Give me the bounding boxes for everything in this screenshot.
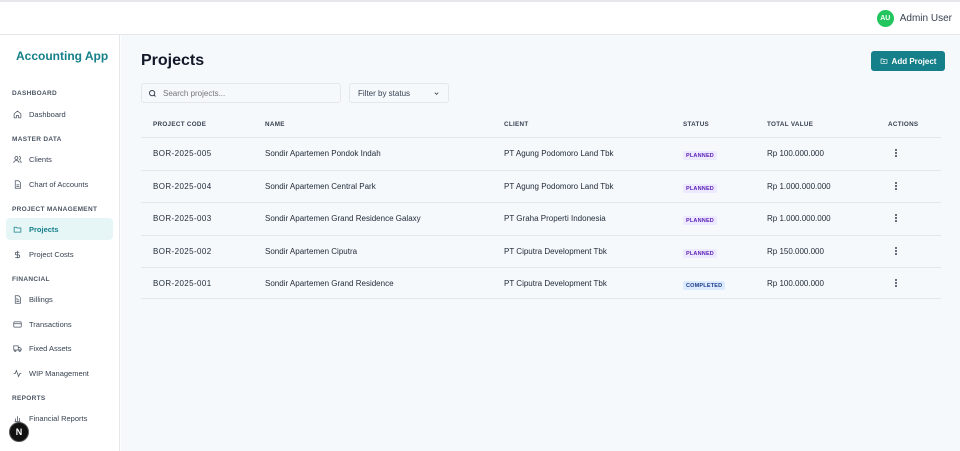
column-header-value: TOTAL VALUE [767,121,814,128]
status-badge: COMPLETED [683,281,726,290]
total-value: Rp 100.000.000 [767,279,824,288]
user-menu[interactable]: AU Admin User [876,10,952,27]
sidebar-item-projects[interactable]: Projects [6,218,113,240]
row-actions-icon[interactable] [893,278,899,288]
table-row[interactable]: BOR-2025-004 Sondir Apartemen Central Pa… [141,170,941,202]
folder-plus-icon [880,57,888,65]
project-client: PT Agung Podomoro Land Tbk [504,182,614,191]
total-value: Rp 100.000.000 [767,149,824,158]
project-client: PT Ciputra Development Tbk [504,247,607,256]
document-icon [13,179,22,189]
total-value: Rp 1.000.000.000 [767,214,831,223]
activity-icon [13,368,22,378]
project-code: BOR-2025-004 [153,182,212,191]
users-icon [13,155,22,164]
column-header-name: NAME [265,121,285,128]
sidebar-item-label: Chart of Accounts [29,179,89,189]
sidebar-item-label: Clients [29,154,52,164]
row-actions-icon[interactable] [893,246,899,256]
status-filter-select[interactable]: Filter by status [349,83,449,103]
sidebar-item-project-costs[interactable]: Project Costs [6,243,113,265]
project-client: PT Graha Properti Indonesia [504,214,606,223]
sidebar-item-wip-management[interactable]: WIP Management [6,362,113,384]
table-row[interactable]: BOR-2025-005 Sondir Apartemen Pondok Ind… [141,137,941,169]
row-actions-icon[interactable] [893,148,899,158]
sidebar-item-clients[interactable]: Clients [6,148,113,170]
project-client: PT Ciputra Development Tbk [504,279,607,288]
row-actions-icon[interactable] [893,181,899,191]
section-master-data: MASTER DATA [12,136,62,143]
home-icon [13,110,22,119]
project-code: BOR-2025-002 [153,247,212,256]
table-row[interactable]: BOR-2025-001 Sondir Apartemen Grand Resi… [141,267,941,299]
project-code: BOR-2025-001 [153,279,212,288]
sidebar-item-label: Project Costs [29,249,74,259]
status-badge: PLANNED [683,216,717,225]
filter-label: Filter by status [358,88,411,98]
column-header-code: PROJECT CODE [153,121,207,128]
row-actions-icon[interactable] [893,213,899,223]
dev-tools-badge[interactable]: N [9,422,29,442]
dollar-icon [13,250,22,259]
truck-icon [13,344,22,353]
column-header-client: CLIENT [504,121,529,128]
project-name: Sondir Apartemen Grand Residence Galaxy [265,214,421,223]
total-value: Rp 1.000.000.000 [767,182,831,191]
user-name[interactable]: Admin User [900,13,952,24]
sidebar-item-label: Fixed Assets [29,343,72,353]
sidebar-item-label: WIP Management [29,368,89,378]
credit-card-icon [13,320,22,329]
page-title: Projects [141,52,205,69]
project-code: BOR-2025-005 [153,149,212,158]
sidebar-item-chart-of-accounts[interactable]: Chart of Accounts [6,173,113,195]
sidebar-item-label: Projects [29,224,59,234]
folder-icon [13,225,22,234]
status-badge: PLANNED [683,151,717,160]
search-input[interactable] [163,88,333,98]
sidebar-item-label: Dashboard [29,109,66,119]
chevron-down-icon [433,90,440,97]
project-code: BOR-2025-003 [153,214,212,223]
section-reports: REPORTS [12,395,46,402]
table-row[interactable]: BOR-2025-003 Sondir Apartemen Grand Resi… [141,202,941,234]
file-text-icon [13,294,22,304]
add-project-label: Add Project [891,56,937,66]
sidebar: Accounting App DASHBOARD Dashboard MASTE… [0,35,120,451]
search-icon [148,89,157,98]
project-name: Sondir Apartemen Central Park [265,182,376,191]
sidebar-item-label: Transactions [29,319,72,329]
search-box[interactable] [141,83,341,103]
sidebar-item-billings[interactable]: Billings [6,288,113,310]
project-name: Sondir Apartemen Grand Residence [265,279,394,288]
table-row[interactable]: BOR-2025-002 Sondir Apartemen Ciputra PT… [141,235,941,267]
status-badge: PLANNED [683,249,717,258]
avatar[interactable]: AU [876,10,894,27]
project-name: Sondir Apartemen Ciputra [265,247,358,256]
sidebar-item-label: Financial Reports [29,413,88,423]
project-client: PT Agung Podomoro Land Tbk [504,149,614,158]
status-badge: PLANNED [683,184,717,193]
sidebar-item-dashboard[interactable]: Dashboard [6,103,113,125]
main-content: Projects Add Project Filter by status PR… [121,35,960,451]
add-project-button[interactable]: Add Project [871,51,945,71]
top-bar: AU Admin User [0,0,960,35]
sidebar-item-fixed-assets[interactable]: Fixed Assets [6,337,113,359]
section-financial: FINANCIAL [12,276,50,283]
column-header-actions: ACTIONS [888,121,919,128]
section-project-management: PROJECT MANAGEMENT [12,206,98,213]
column-header-status: STATUS [683,121,710,128]
sidebar-item-transactions[interactable]: Transactions [6,313,113,335]
total-value: Rp 150.000.000 [767,247,824,256]
app-brand[interactable]: Accounting App [16,49,108,63]
sidebar-item-label: Billings [29,294,53,304]
section-dashboard: DASHBOARD [12,90,57,97]
project-name: Sondir Apartemen Pondok Indah [265,149,381,158]
